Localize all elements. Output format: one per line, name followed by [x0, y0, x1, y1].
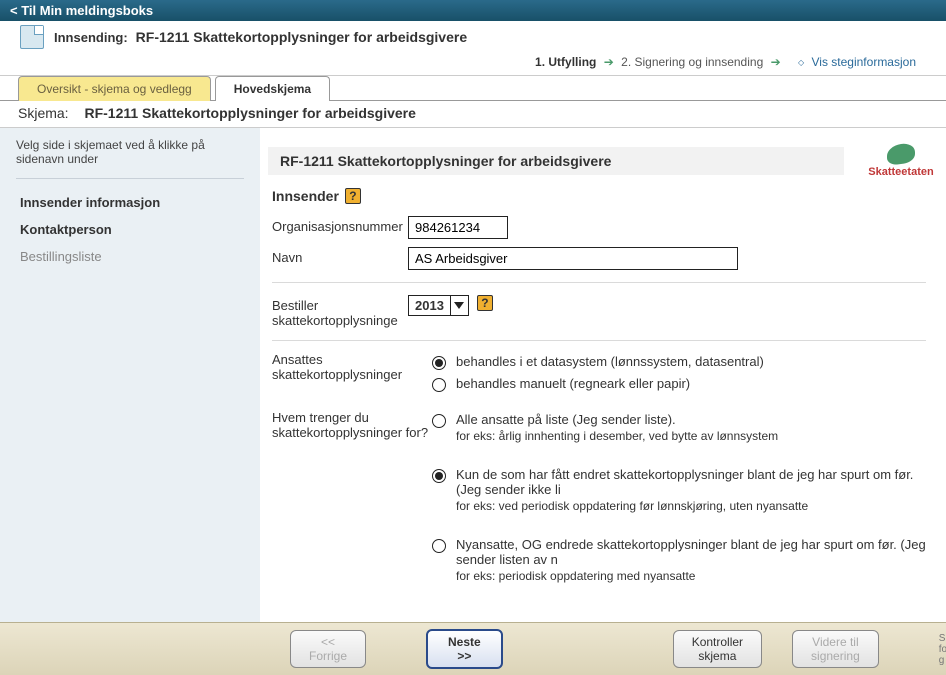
radio-alle[interactable]	[432, 414, 446, 428]
sidebar-item-kontaktperson[interactable]: Kontaktperson	[16, 216, 244, 243]
radio-alle-sub: for eks: årlig innhenting i desember, ve…	[456, 429, 942, 443]
header-title: RF-1211 Skattekortopplysninger for arbei…	[136, 29, 467, 45]
radio-nyansatte[interactable]	[432, 539, 446, 553]
next-button[interactable]: Neste >>	[426, 629, 503, 669]
tab-overview[interactable]: Oversikt - skjema og vedlegg	[18, 76, 211, 101]
sidebar-hint: Velg side i skjemaet ved å klikke på sid…	[16, 138, 244, 179]
sidebar-item-bestillingsliste[interactable]: Bestillingsliste	[16, 243, 244, 270]
square-icon: ◇	[798, 58, 804, 67]
section-innsender-title: Innsender	[272, 188, 339, 204]
footer-note: Skjem for å g	[939, 633, 946, 666]
sidebar-item-innsender[interactable]: Innsender informasjon	[16, 189, 244, 216]
back-link[interactable]: < Til Min meldingsboks	[10, 3, 153, 18]
bestiller-label: Bestiller skattekortopplysninge	[272, 295, 408, 328]
sign-button[interactable]: Videre til signering	[792, 630, 879, 668]
logo-icon	[887, 142, 915, 166]
step-1: 1. Utfylling	[535, 55, 596, 69]
step-indicator: 1. Utfylling ➔ 2. Signering og innsendin…	[0, 53, 946, 73]
orgnr-label: Organisasjonsnummer	[272, 216, 408, 234]
radio-endrede-label: Kun de som har fått endret skattekortopp…	[456, 467, 942, 497]
radio-alle-label: Alle ansatte på liste (Jeg sender liste)…	[456, 412, 942, 427]
help-icon[interactable]: ?	[345, 188, 361, 204]
radio-manuelt-label: behandles manuelt (regneark eller papir)	[456, 376, 942, 391]
tab-main[interactable]: Hovedskjema	[215, 76, 330, 101]
radio-endrede-sub: for eks: ved periodisk oppdatering før l…	[456, 499, 942, 513]
skjema-value: RF-1211 Skattekortopplysninger for arbei…	[84, 105, 415, 121]
radio-datasystem-label: behandles i et datasystem (lønnssystem, …	[456, 354, 942, 369]
form-title: RF-1211 Skattekortopplysninger for arbei…	[268, 147, 844, 175]
orgnr-input[interactable]	[408, 216, 508, 239]
radio-nyansatte-sub: for eks: periodisk oppdatering med nyans…	[456, 569, 942, 583]
sidebar: Velg side i skjemaet ved å klikke på sid…	[0, 128, 260, 622]
year-value: 2013	[409, 296, 450, 315]
skatteetaten-logo: Skatteetaten	[856, 144, 946, 178]
hvem-label: Hvem trenger du skattekortopplysninger f…	[272, 409, 432, 604]
header-label: Innsending:	[54, 30, 128, 45]
separator	[272, 340, 926, 341]
document-icon	[20, 25, 44, 49]
radio-manuelt[interactable]	[432, 378, 446, 392]
skjema-label: Skjema:	[18, 105, 69, 121]
step-info-link[interactable]: Vis steginformasjon	[812, 55, 917, 69]
prev-button[interactable]: << Forrige	[290, 630, 366, 668]
separator	[272, 282, 926, 283]
year-select[interactable]: 2013	[408, 295, 469, 316]
navn-label: Navn	[272, 247, 408, 265]
ansattes-label: Ansattes skattekortopplysninger	[272, 351, 432, 395]
arrow-icon: ➔	[604, 55, 614, 69]
arrow-icon: ➔	[771, 55, 781, 69]
radio-endrede[interactable]	[432, 469, 446, 483]
radio-nyansatte-label: Nyansatte, OG endrede skattekortopplysni…	[456, 537, 942, 567]
chevron-down-icon[interactable]	[450, 296, 468, 315]
radio-datasystem[interactable]	[432, 356, 446, 370]
navn-input[interactable]	[408, 247, 738, 270]
check-button[interactable]: Kontroller skjema	[673, 630, 762, 668]
help-icon[interactable]: ?	[477, 295, 493, 311]
step-2: 2. Signering og innsending	[621, 55, 763, 69]
